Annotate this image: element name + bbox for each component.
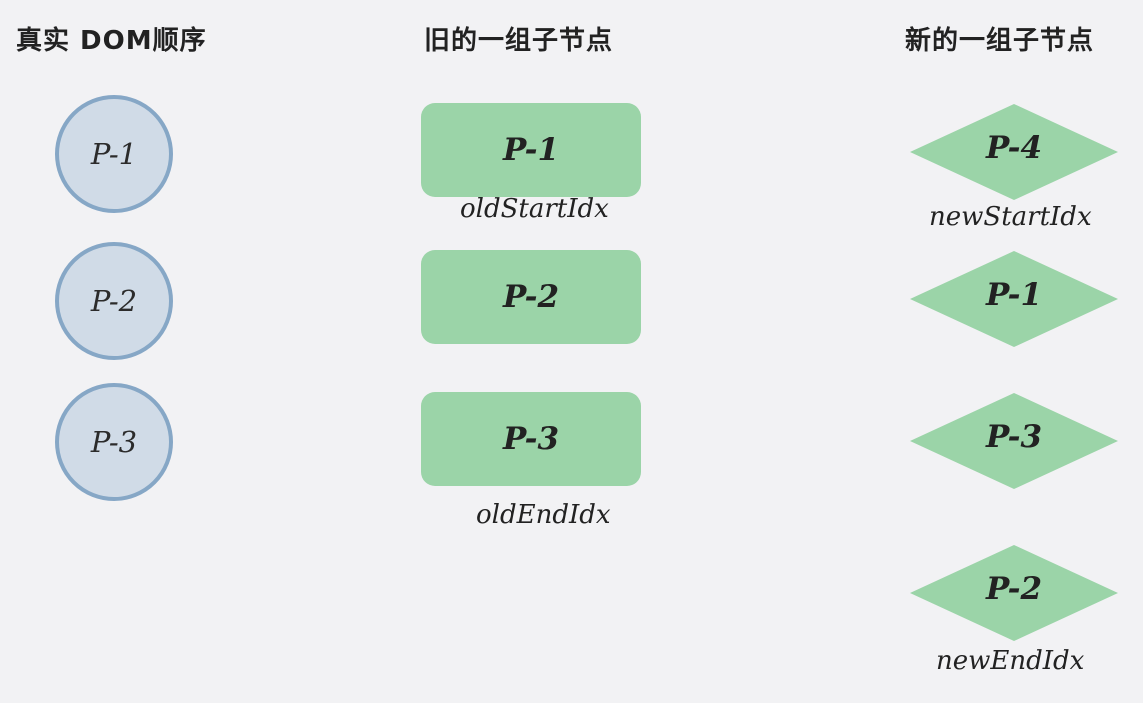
real-dom-node: P-1: [55, 95, 173, 213]
old-end-idx-label: oldEndIdx: [476, 500, 611, 530]
old-vnode-label: P-2: [502, 279, 560, 315]
real-dom-node-label: P-2: [90, 284, 138, 318]
new-vnode: P-2: [910, 545, 1118, 641]
old-vnode: P-1: [421, 103, 641, 197]
new-vnode-label: P-2: [985, 571, 1043, 607]
old-vnode-label: P-1: [502, 132, 560, 168]
old-vnode: P-2: [421, 250, 641, 344]
old-vnode-label: P-3: [502, 421, 560, 457]
new-vnode: P-4: [910, 104, 1118, 200]
new-end-idx-label: newEndIdx: [936, 646, 1085, 676]
real-dom-node-label: P-1: [90, 137, 138, 171]
new-start-idx-label: newStartIdx: [929, 202, 1092, 232]
real-dom-order-title: 真实 DOM顺序: [16, 26, 207, 56]
old-children-title: 旧的一组子节点: [424, 26, 614, 56]
new-vnode-label: P-1: [985, 277, 1043, 313]
old-start-idx-label: oldStartIdx: [460, 194, 609, 224]
real-dom-node-label: P-3: [90, 425, 138, 459]
old-vnode: P-3: [421, 392, 641, 486]
new-vnode-label: P-4: [985, 130, 1043, 166]
new-vnode: P-1: [910, 251, 1118, 347]
real-dom-node: P-3: [55, 383, 173, 501]
new-vnode: P-3: [910, 393, 1118, 489]
new-children-title: 新的一组子节点: [905, 26, 1095, 56]
real-dom-node: P-2: [55, 242, 173, 360]
new-vnode-label: P-3: [985, 419, 1043, 455]
